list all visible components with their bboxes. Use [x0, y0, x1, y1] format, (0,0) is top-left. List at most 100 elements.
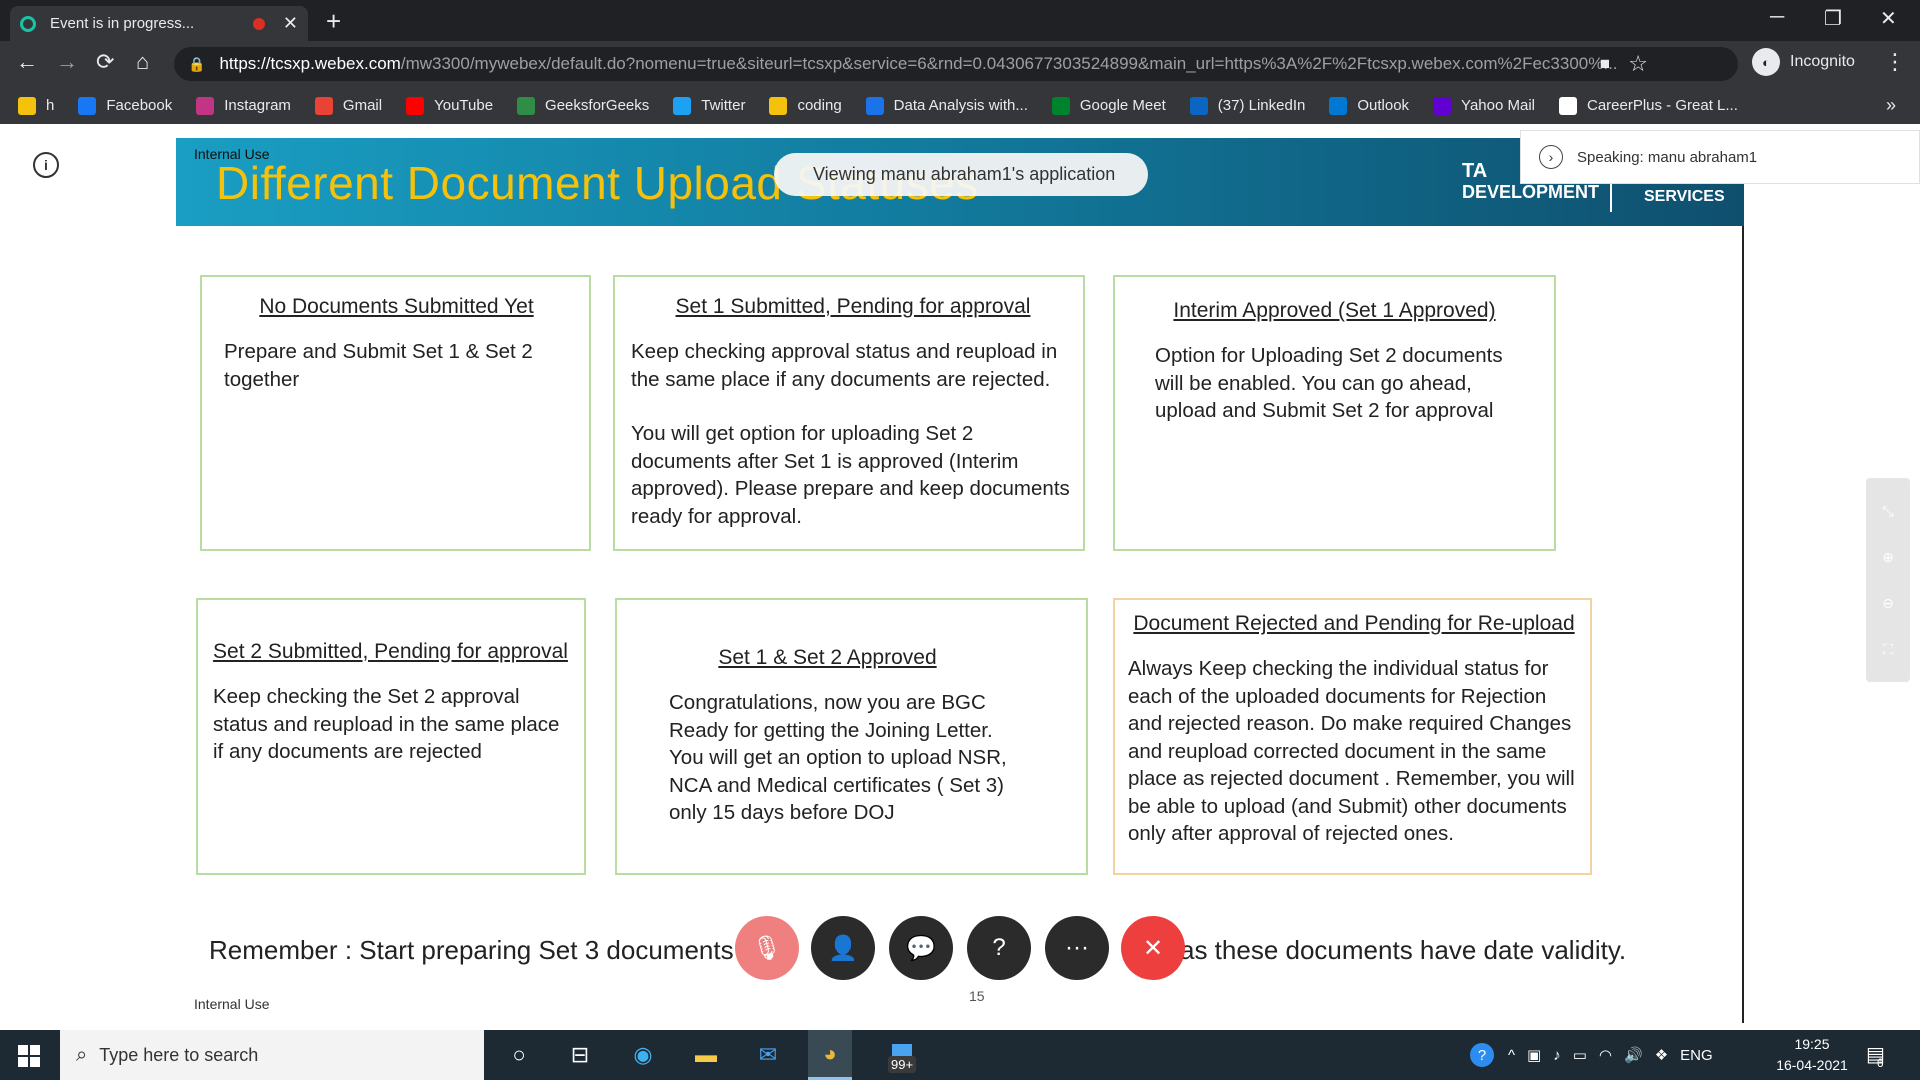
- careerplus-icon: [1558, 96, 1577, 115]
- qa-button[interactable]: ?: [967, 916, 1031, 980]
- status-box-body-2: You will get option for uploading Set 2 …: [631, 422, 1070, 528]
- chat-button[interactable]: 💬: [889, 916, 953, 980]
- bookmarks-overflow-icon[interactable]: »: [1886, 95, 1896, 116]
- minimize-button[interactable]: ─: [1770, 6, 1784, 29]
- more-icon: ···: [1065, 934, 1089, 961]
- bookmark-item[interactable]: CareerPlus - Great L...: [1558, 96, 1738, 115]
- meet-now-icon[interactable]: ▣: [1527, 1046, 1541, 1064]
- fit-screen-icon[interactable]: ⛶: [1883, 641, 1893, 658]
- windows-taskbar: ⌕ Type here to search ○ ⊟ ◉ ▬ ✉ ◕ 99+ ? …: [0, 1030, 1920, 1080]
- status-box-title: Document Rejected and Pending for Re-upl…: [1133, 612, 1575, 635]
- gmail-icon: [314, 96, 333, 115]
- bookmark-star-icon[interactable]: ☆: [1628, 51, 1648, 77]
- collapse-icon[interactable]: ⤡: [1882, 503, 1893, 520]
- bookmark-label: coding: [797, 97, 842, 114]
- bookmark-item[interactable]: h: [18, 96, 55, 115]
- wifi-icon[interactable]: ◠: [1599, 1046, 1612, 1064]
- yahoo-mail-icon: [1433, 96, 1452, 115]
- bookmark-item[interactable]: Twitter: [673, 96, 745, 115]
- youtube-icon: [406, 96, 425, 115]
- bookmarks-bar: h Facebook Instagram Gmail YouTube GeeksforGe…: [0, 87, 1920, 124]
- forward-button[interactable]: →: [56, 49, 78, 75]
- incognito-icon: ◐: [1752, 48, 1780, 76]
- camera-icon[interactable]: ■: [1600, 54, 1610, 74]
- status-box-title: Interim Approved (Set 1 Approved): [1173, 299, 1496, 322]
- tray-expand-icon[interactable]: ^: [1508, 1047, 1515, 1064]
- participants-button[interactable]: 👤: [811, 916, 875, 980]
- facebook-icon: [78, 96, 97, 115]
- microphone-icon[interactable]: ♪: [1553, 1047, 1561, 1064]
- status-box-interim-approved: Interim Approved (Set 1 Approved) Option…: [1113, 275, 1556, 551]
- browser-tab[interactable]: Event is in progress... ✕: [10, 6, 308, 41]
- browser-menu-icon[interactable]: ⋮: [1884, 49, 1906, 75]
- volume-icon[interactable]: 🔊: [1624, 1046, 1643, 1064]
- status-box-body: Option for Uploading Set 2 documents wil…: [1155, 344, 1503, 422]
- status-box-title: Set 1 & Set 2 Approved: [718, 646, 937, 669]
- windows-start-icon[interactable]: [18, 1045, 40, 1067]
- reload-button[interactable]: ⟳: [96, 49, 114, 75]
- bookmark-item[interactable]: YouTube: [406, 96, 493, 115]
- task-view-icon[interactable]: ⊟: [564, 1040, 596, 1070]
- incognito-label: Incognito: [1790, 53, 1855, 70]
- status-box-title: Set 2 Submitted, Pending for approval: [213, 640, 568, 663]
- bookmark-item[interactable]: Instagram: [196, 96, 291, 115]
- status-box-body: Congratulations, now you are BGC Ready f…: [669, 691, 1007, 824]
- chrome-icon: ◕: [823, 1040, 837, 1066]
- window-close-button[interactable]: ✕: [1880, 6, 1897, 31]
- bookmark-label: Data Analysis with...: [893, 97, 1028, 114]
- status-box-document-rejected: Document Rejected and Pending for Re-upl…: [1113, 598, 1592, 875]
- cortana-icon[interactable]: ○: [503, 1040, 535, 1070]
- taskbar-clock[interactable]: 19:25 16-04-2021: [1762, 1034, 1862, 1076]
- speaking-indicator[interactable]: › Speaking: manu abraham1: [1520, 130, 1920, 184]
- mute-button[interactable]: 🎙: [735, 916, 799, 980]
- tab-close-icon[interactable]: ✕: [283, 13, 298, 34]
- bookmark-item[interactable]: Gmail: [314, 96, 382, 115]
- info-icon[interactable]: i: [33, 152, 59, 178]
- lock-icon[interactable]: 🔒: [188, 56, 205, 73]
- microphone-off-icon: 🎙: [751, 934, 783, 962]
- close-icon: ✕: [1142, 934, 1164, 962]
- status-box-title: Set 1 Submitted, Pending for approval: [675, 295, 1031, 318]
- bookmark-item[interactable]: Outlook: [1329, 96, 1410, 115]
- bookmark-label: Outlook: [1357, 97, 1410, 114]
- bookmark-icon: [865, 96, 884, 115]
- question-icon: ?: [992, 934, 1006, 961]
- notifications-icon[interactable]: ▤6: [1866, 1042, 1892, 1070]
- file-explorer-icon[interactable]: ▬: [690, 1040, 722, 1070]
- bookmark-item[interactable]: Yahoo Mail: [1433, 96, 1535, 115]
- edge-icon[interactable]: ◉: [627, 1040, 659, 1070]
- mail-icon[interactable]: ✉: [752, 1040, 784, 1070]
- twitter-icon: [673, 96, 692, 115]
- leave-button[interactable]: ✕: [1121, 916, 1185, 980]
- chevron-right-icon[interactable]: ›: [1539, 145, 1563, 169]
- bookmark-item[interactable]: Data Analysis with...: [865, 96, 1028, 115]
- bookmark-item[interactable]: Facebook: [78, 96, 172, 115]
- incognito-indicator[interactable]: ◐ Incognito: [1752, 48, 1855, 76]
- address-bar-row: ← → ⟳ ⌂ 🔒 https://tcsxp.webex.com/mw3300…: [0, 41, 1920, 87]
- slide-page-number: 15: [969, 988, 985, 1004]
- zoom-in-icon[interactable]: ⊕: [1882, 549, 1894, 566]
- bookmark-item[interactable]: (37) LinkedIn: [1189, 96, 1305, 115]
- remember-note: Remember : Start preparing Set 3 documen…: [209, 935, 789, 965]
- battery-icon[interactable]: ▭: [1573, 1046, 1587, 1064]
- help-icon[interactable]: ?: [1470, 1043, 1494, 1067]
- bookmark-item[interactable]: coding: [769, 96, 842, 115]
- more-button[interactable]: ···: [1045, 916, 1109, 980]
- bookmark-item[interactable]: GeeksforGeeks: [517, 96, 649, 115]
- home-button[interactable]: ⌂: [136, 49, 149, 75]
- language-label[interactable]: ENG: [1680, 1047, 1713, 1064]
- bookmark-label: h: [46, 97, 55, 114]
- url-field[interactable]: 🔒 https://tcsxp.webex.com/mw3300/mywebex…: [174, 47, 1738, 81]
- status-box-body: Keep checking approval status and reuplo…: [631, 340, 1058, 391]
- new-tab-button[interactable]: +: [326, 6, 341, 37]
- bookmark-label: Instagram: [224, 97, 291, 114]
- dropbox-icon[interactable]: ❖: [1655, 1046, 1668, 1064]
- bookmark-item[interactable]: Google Meet: [1051, 96, 1166, 115]
- chrome-taskbar-icon[interactable]: ◕: [808, 1030, 852, 1080]
- restore-button[interactable]: ❐: [1824, 6, 1842, 31]
- zoom-out-icon[interactable]: ⊖: [1882, 595, 1894, 612]
- back-button[interactable]: ←: [16, 49, 38, 75]
- taskbar-search[interactable]: ⌕ Type here to search: [60, 1030, 484, 1080]
- bookmark-label: Yahoo Mail: [1461, 97, 1535, 114]
- badge-app-icon[interactable]: 99+: [880, 1040, 924, 1073]
